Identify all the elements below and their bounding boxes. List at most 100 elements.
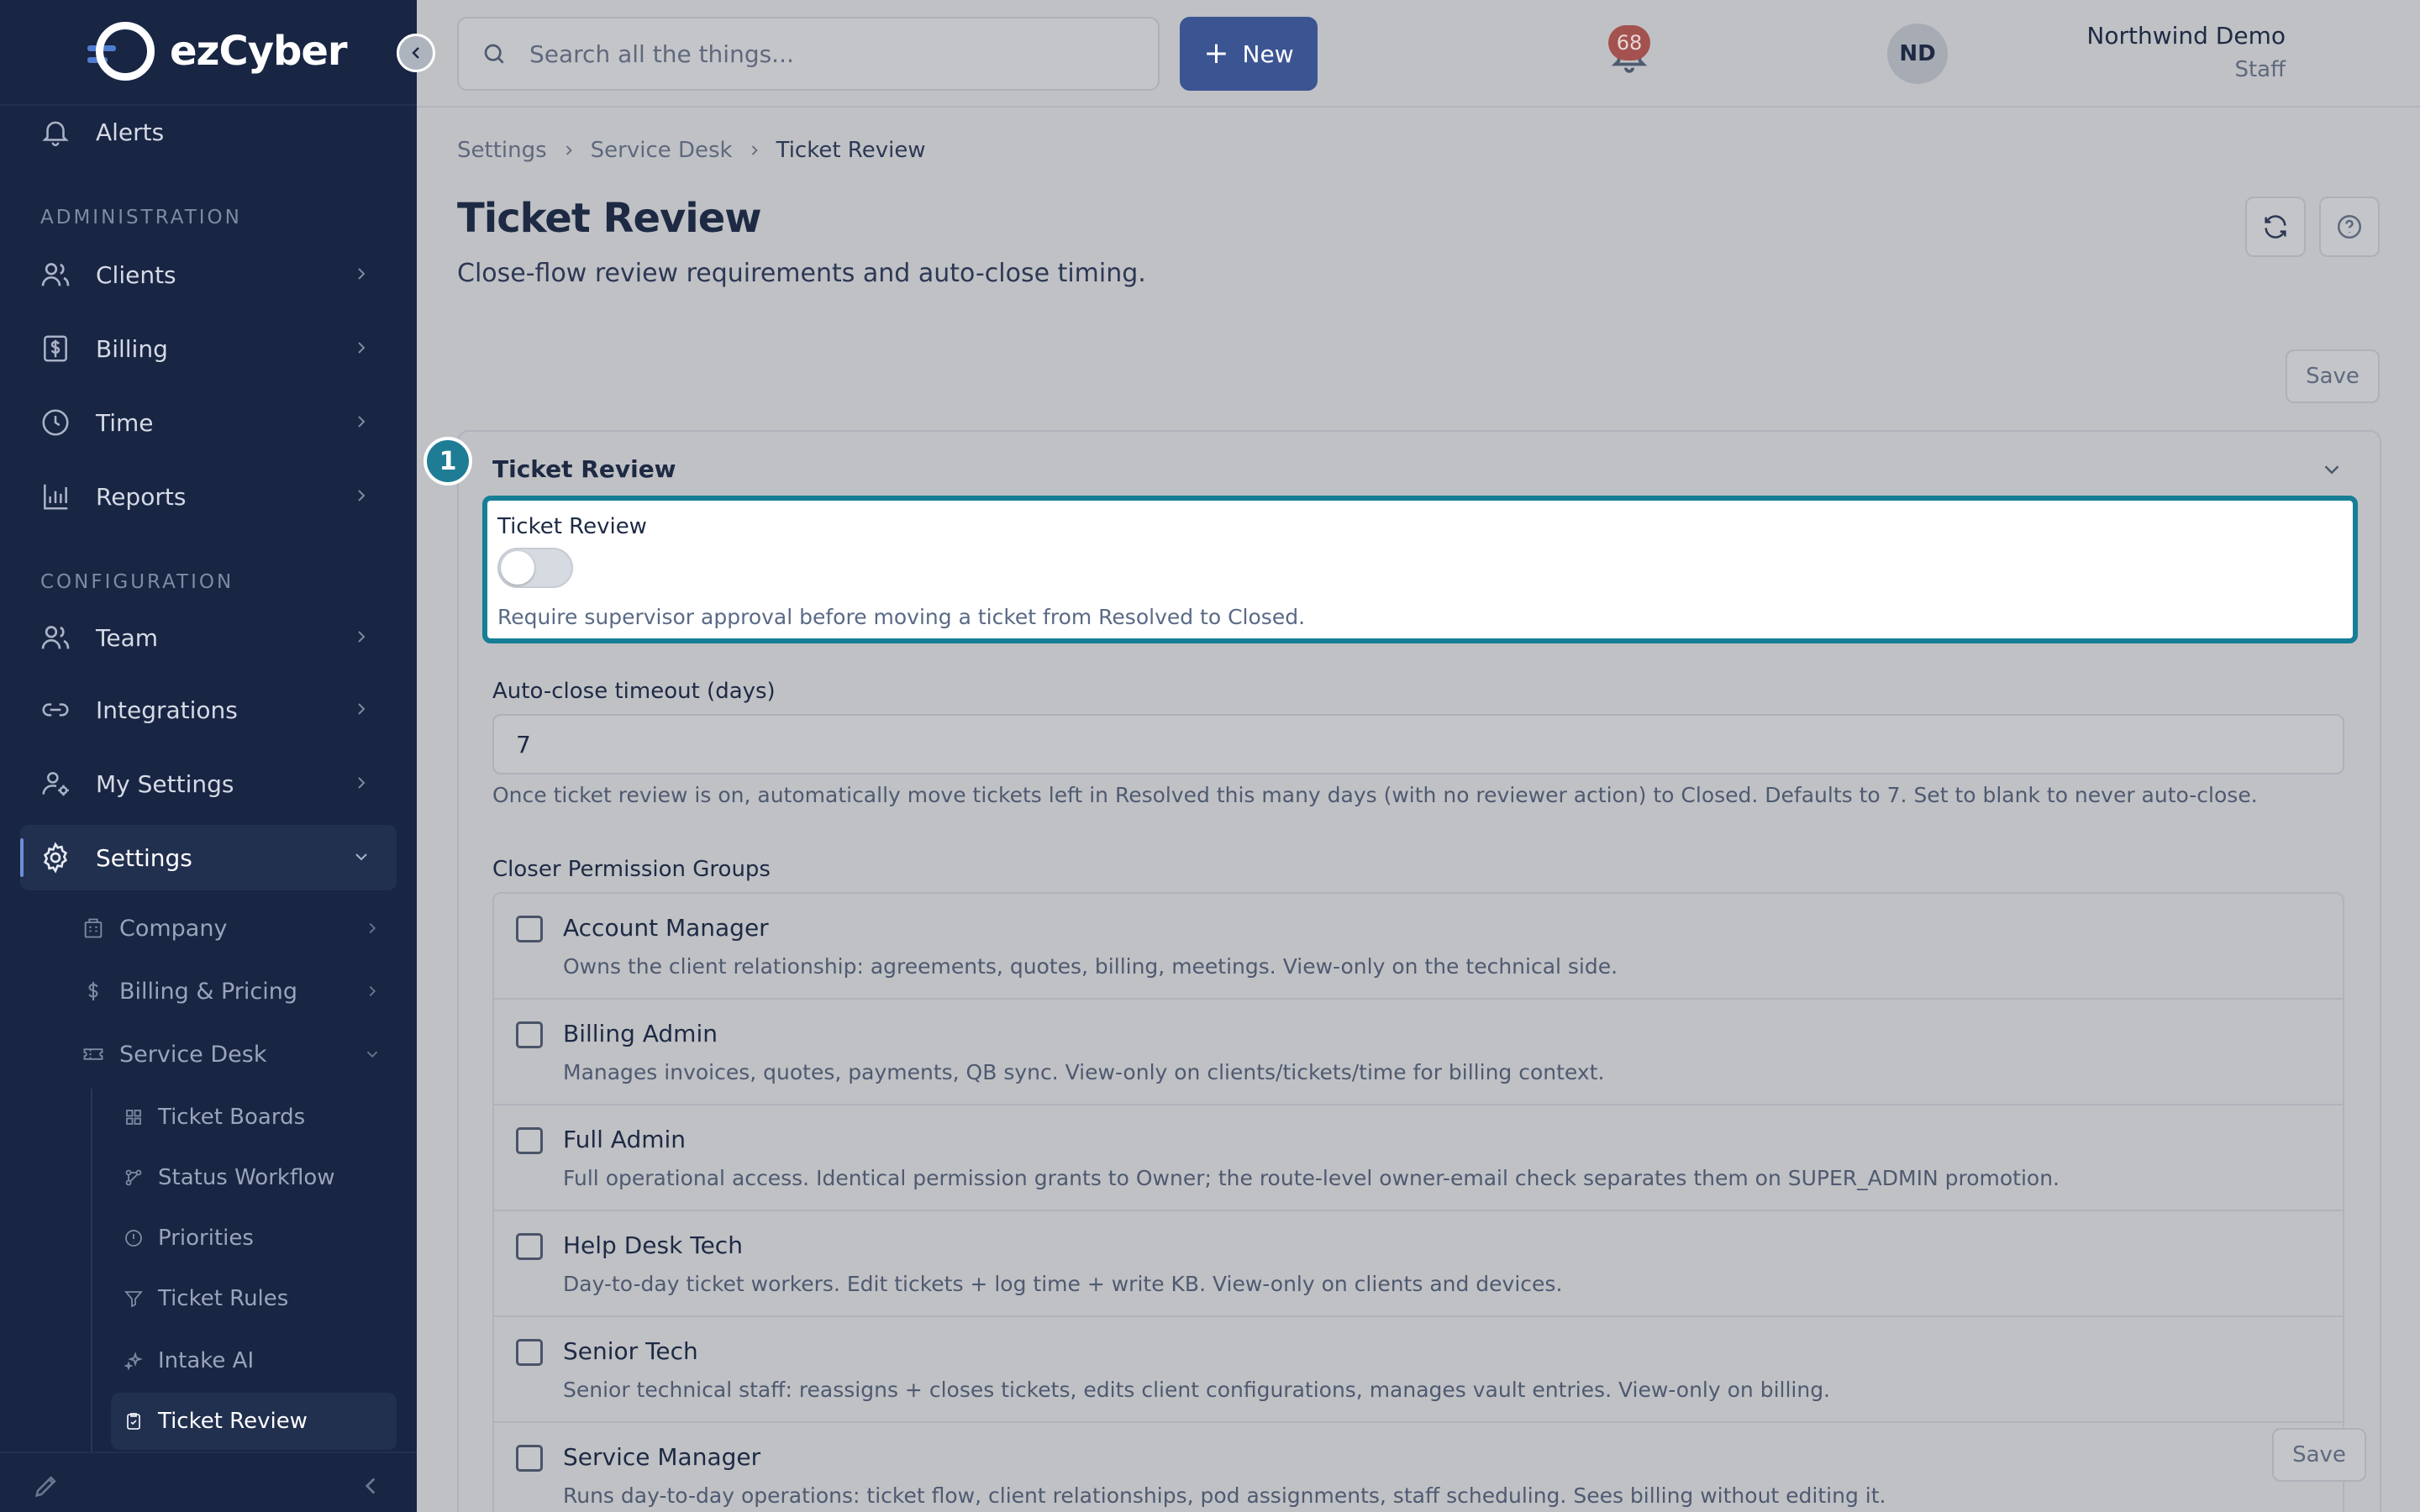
new-button[interactable]: + New — [1180, 17, 1318, 91]
group-description: Manages invoices, quotes, payments, QB s… — [563, 1060, 1605, 1084]
pencil-icon[interactable] — [32, 1472, 60, 1500]
notification-count-badge: 68 — [1608, 25, 1650, 60]
ticket-review-toggle[interactable] — [497, 548, 573, 588]
tree-line — [91, 1089, 92, 1458]
sidebar-item-alerts[interactable]: Alerts — [20, 99, 397, 165]
sidebar-item-settings[interactable]: Settings — [20, 825, 397, 890]
grid-icon — [123, 1106, 145, 1128]
sidebar-item-priorities[interactable]: Priorities — [111, 1210, 397, 1267]
users-icon — [39, 621, 72, 654]
save-button-sticky[interactable]: Save — [2272, 1428, 2366, 1482]
sidebar-item-label: Ticket Rules — [158, 1286, 289, 1311]
users-icon — [39, 258, 72, 291]
user-gear-icon — [39, 767, 72, 801]
search-icon — [484, 44, 504, 64]
toggle-label: Ticket Review — [497, 514, 647, 539]
chevron-right-icon — [560, 142, 577, 159]
sidebar-item-integrations[interactable]: Integrations — [20, 677, 397, 743]
logo-row: ezCyber — [0, 0, 417, 106]
toggle-knob — [501, 551, 534, 585]
help-button[interactable] — [2319, 197, 2380, 257]
sidebar-item-billing[interactable]: Billing — [20, 316, 397, 381]
avatar[interactable]: ND — [1887, 24, 1948, 84]
breadcrumb-link-service-desk[interactable]: Service Desk — [591, 138, 733, 163]
sidebar-item-my-settings[interactable]: My Settings — [20, 751, 397, 816]
page-title: Ticket Review — [457, 195, 762, 242]
app-logo[interactable]: ezCyber — [87, 20, 348, 82]
section-label-administration: ADMINISTRATION — [40, 207, 242, 228]
breadcrumb-link-settings[interactable]: Settings — [457, 138, 547, 163]
group-checkbox[interactable] — [516, 916, 543, 942]
sidebar-item-label: Status Workflow — [158, 1165, 335, 1190]
clock-icon — [39, 406, 72, 439]
closer-permission-groups-list: Account Manager Owns the client relation… — [492, 892, 2344, 1512]
card-title[interactable]: Ticket Review — [492, 455, 676, 483]
refresh-icon — [2265, 215, 2286, 239]
sidebar-item-team[interactable]: Team — [20, 605, 397, 670]
sidebar-item-time[interactable]: Time — [20, 390, 397, 455]
sidebar-item-label: Team — [96, 623, 159, 652]
sidebar-item-service-desk[interactable]: Service Desk — [81, 1025, 397, 1084]
sidebar-item-label: Company — [119, 915, 228, 942]
sparkles-icon — [123, 1350, 145, 1372]
help-circle-icon — [2337, 214, 2362, 239]
sidebar-item-billing-pricing[interactable]: Billing & Pricing — [81, 962, 397, 1021]
sidebar-item-label: Integrations — [96, 696, 238, 724]
breadcrumb: Settings Service Desk Ticket Review — [457, 138, 926, 163]
sidebar-item-reports[interactable]: Reports — [20, 464, 397, 529]
sidebar-item-label: Time — [96, 408, 154, 437]
sidebar-item-intake-ai[interactable]: Intake AI — [111, 1332, 397, 1389]
chevron-right-icon — [358, 490, 366, 501]
clipboard-check-icon — [123, 1410, 145, 1432]
chevron-down-icon[interactable] — [2319, 457, 2344, 482]
auto-close-help-text: Once ticket review is on, automatically … — [492, 783, 2258, 807]
group-checkbox[interactable] — [516, 1445, 543, 1472]
sidebar-item-ticket-boards[interactable]: Ticket Boards — [111, 1089, 397, 1146]
search-box[interactable] — [457, 17, 1160, 91]
sidebar-item-status-workflow[interactable]: Status Workflow — [111, 1149, 397, 1206]
list-item[interactable]: Account Manager Owns the client relation… — [494, 894, 2343, 1000]
chevron-left-icon — [412, 47, 419, 59]
workflow-icon — [123, 1167, 145, 1189]
save-button-top[interactable]: Save — [2286, 349, 2380, 403]
sidebar-item-ticket-rules[interactable]: Ticket Rules — [111, 1270, 397, 1327]
sidebar-collapse-button[interactable] — [397, 34, 435, 72]
user-role: Staff — [2234, 57, 2286, 82]
dollar-square-icon — [39, 332, 72, 365]
sidebar-item-label: Ticket Boards — [158, 1105, 306, 1130]
sidebar-item-label: Service Desk — [119, 1041, 267, 1068]
sidebar-item-ticket-review[interactable]: Ticket Review — [111, 1393, 397, 1450]
filter-icon — [123, 1288, 145, 1310]
list-item[interactable]: Help Desk Tech Day-to-day ticket workers… — [494, 1211, 2343, 1317]
sidebar-item-label: Ticket Review — [158, 1409, 308, 1434]
search-input[interactable] — [529, 39, 1118, 68]
chevron-right-icon — [358, 268, 366, 280]
chevron-down-icon — [366, 1051, 378, 1058]
sidebar-item-company[interactable]: Company — [81, 899, 397, 958]
sidebar: ezCyber Alerts ADMINISTRATION Clients Bi… — [0, 0, 417, 1512]
user-name[interactable]: Northwind Demo — [2086, 22, 2286, 50]
list-item[interactable]: Full Admin Full operational access. Iden… — [494, 1105, 2343, 1211]
group-checkbox[interactable] — [516, 1021, 543, 1048]
group-name: Billing Admin — [563, 1020, 718, 1047]
group-name: Service Manager — [563, 1443, 761, 1471]
auto-close-input[interactable] — [492, 714, 2344, 774]
chevron-left-icon[interactable] — [356, 1472, 385, 1500]
group-checkbox[interactable] — [516, 1233, 543, 1260]
sidebar-item-clients[interactable]: Clients — [20, 242, 397, 307]
list-item[interactable]: Billing Admin Manages invoices, quotes, … — [494, 1000, 2343, 1105]
group-description: Runs day-to-day operations: ticket flow,… — [563, 1483, 1886, 1508]
list-item[interactable]: Service Manager Runs day-to-day operatio… — [494, 1423, 2343, 1512]
refresh-button[interactable] — [2245, 197, 2306, 257]
list-item[interactable]: Senior Tech Senior technical staff: reas… — [494, 1317, 2343, 1423]
ticket-icon — [81, 1042, 106, 1067]
group-checkbox[interactable] — [516, 1339, 543, 1366]
sidebar-item-label: Priorities — [158, 1226, 254, 1251]
closer-groups-label: Closer Permission Groups — [492, 857, 771, 882]
group-checkbox[interactable] — [516, 1127, 543, 1154]
sidebar-item-label: Billing — [96, 334, 168, 363]
sidebar-item-label: My Settings — [96, 769, 234, 798]
sidebar-item-label: Settings — [96, 843, 192, 872]
sidebar-item-label: Reports — [96, 482, 187, 511]
plus-icon: + — [1203, 36, 1229, 71]
